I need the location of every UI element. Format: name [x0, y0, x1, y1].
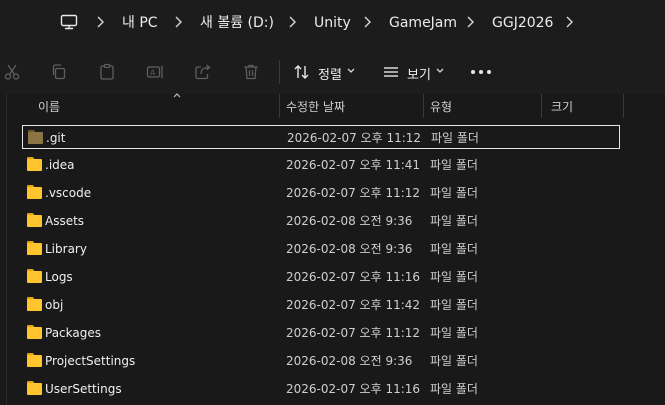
file-type: 파일 폴더	[430, 298, 478, 312]
sort-icon	[294, 65, 309, 79]
paste-icon[interactable]	[98, 63, 116, 81]
folder-icon	[28, 130, 43, 144]
table-row[interactable]: Packages 2026-02-07 오후 11:12 파일 폴더	[22, 321, 620, 345]
table-row[interactable]: .vscode 2026-02-07 오후 11:12 파일 폴더	[22, 181, 620, 205]
column-divider[interactable]	[623, 94, 624, 118]
file-name: Library	[45, 242, 87, 256]
this-pc-icon[interactable]	[60, 13, 78, 31]
file-date-modified: 2026-02-07 오후 11:12	[286, 326, 421, 340]
table-row[interactable]: .git 2026-02-07 오후 11:12 파일 폴더	[22, 125, 620, 149]
rename-icon[interactable]: A	[146, 63, 164, 81]
file-name: .idea	[45, 158, 75, 172]
breadcrumb-gamejam[interactable]: GameJam	[389, 14, 457, 32]
file-name: Packages	[45, 326, 101, 340]
folder-icon	[27, 381, 42, 395]
copy-icon[interactable]	[50, 63, 68, 81]
chevron-right-icon[interactable]	[564, 15, 574, 29]
delete-icon[interactable]	[242, 63, 260, 81]
table-row[interactable]: ProjectSettings 2026-02-08 오전 9:36 파일 폴더	[22, 349, 620, 373]
folder-icon	[27, 269, 42, 283]
file-type: 파일 폴더	[430, 242, 478, 256]
file-type: 파일 폴더	[430, 270, 478, 284]
chevron-right-icon[interactable]	[173, 15, 183, 29]
file-type: 파일 폴더	[430, 382, 478, 396]
file-date-modified: 2026-02-07 오후 11:42	[286, 298, 421, 312]
table-row[interactable]: Assets 2026-02-08 오전 9:36 파일 폴더	[22, 209, 620, 233]
column-divider[interactable]	[541, 94, 542, 118]
file-type: 파일 폴더	[430, 186, 478, 200]
file-date-modified: 2026-02-08 오전 9:36	[286, 354, 413, 368]
file-list: 이름 수정한 날짜 유형 크기 .git 2026-02-07 오후 11:12 파…	[0, 93, 665, 405]
toolbar-separator	[279, 60, 280, 84]
file-name: ProjectSettings	[45, 354, 136, 368]
chevron-right-icon[interactable]	[362, 15, 372, 29]
folder-icon	[27, 325, 42, 339]
file-type: 파일 폴더	[430, 354, 478, 368]
column-divider[interactable]	[423, 94, 424, 118]
share-icon[interactable]	[194, 63, 212, 81]
file-name: Logs	[45, 270, 73, 284]
breadcrumb-unity[interactable]: Unity	[314, 14, 351, 32]
folder-icon	[27, 353, 42, 367]
breadcrumb-my-pc[interactable]: 내 PC	[122, 14, 158, 32]
command-bar: A 정렬 보기	[0, 46, 665, 100]
more-options-icon[interactable]	[471, 70, 491, 74]
column-date-modified[interactable]: 수정한 날짜	[286, 98, 345, 115]
folder-icon	[27, 297, 42, 311]
file-date-modified: 2026-02-07 오후 11:12	[287, 131, 422, 145]
view-label: 보기	[407, 68, 431, 83]
column-header: 이름 수정한 날짜 유형 크기	[20, 93, 665, 118]
file-name: .git	[46, 131, 66, 145]
chevron-right-icon[interactable]	[95, 15, 105, 29]
file-date-modified: 2026-02-08 오전 9:36	[286, 242, 413, 256]
file-date-modified: 2026-02-07 오후 11:41	[286, 158, 421, 172]
svg-text:A: A	[150, 69, 156, 78]
folder-icon	[27, 157, 42, 171]
view-list-icon	[384, 67, 398, 77]
sort-ascending-icon	[173, 93, 181, 98]
breadcrumb-ggj2026[interactable]: GGJ2026	[492, 14, 553, 32]
sort-label: 정렬	[318, 68, 342, 83]
column-type[interactable]: 유형	[430, 98, 452, 115]
file-type: 파일 폴더	[431, 131, 479, 145]
file-name: Assets	[45, 214, 85, 228]
cut-icon[interactable]	[3, 63, 21, 81]
file-name: .vscode	[45, 186, 92, 200]
file-type: 파일 폴더	[430, 326, 478, 340]
breadcrumb-volume-d[interactable]: 새 볼륨 (D:)	[200, 14, 274, 32]
file-date-modified: 2026-02-08 오전 9:36	[286, 214, 413, 228]
file-type: 파일 폴더	[430, 214, 478, 228]
column-name[interactable]: 이름	[38, 98, 60, 115]
chevron-down-icon	[436, 68, 444, 73]
file-date-modified: 2026-02-07 오후 11:16	[286, 382, 421, 396]
folder-icon	[27, 185, 42, 199]
column-size[interactable]: 크기	[551, 98, 573, 115]
chevron-right-icon[interactable]	[465, 15, 475, 29]
file-name: UserSettings	[45, 382, 122, 396]
address-bar[interactable]: 내 PC 새 볼륨 (D:) Unity GameJam GGJ2026	[0, 0, 665, 46]
file-name: obj	[45, 298, 64, 312]
folder-icon	[27, 241, 42, 255]
file-type: 파일 폴더	[430, 158, 478, 172]
chevron-right-icon[interactable]	[287, 15, 297, 29]
table-row[interactable]: .idea 2026-02-07 오후 11:41 파일 폴더	[22, 153, 620, 177]
file-date-modified: 2026-02-07 오후 11:12	[286, 186, 421, 200]
table-row[interactable]: Logs 2026-02-07 오후 11:16 파일 폴더	[22, 265, 620, 289]
table-row[interactable]: obj 2026-02-07 오후 11:42 파일 폴더	[22, 293, 620, 317]
file-date-modified: 2026-02-07 오후 11:16	[286, 270, 421, 284]
folder-icon	[27, 213, 42, 227]
table-row[interactable]: Library 2026-02-08 오전 9:36 파일 폴더	[22, 237, 620, 261]
pane-border	[6, 94, 7, 405]
table-row[interactable]: UserSettings 2026-02-07 오후 11:16 파일 폴더	[22, 377, 620, 401]
column-divider[interactable]	[279, 94, 280, 118]
chevron-down-icon	[347, 68, 355, 73]
